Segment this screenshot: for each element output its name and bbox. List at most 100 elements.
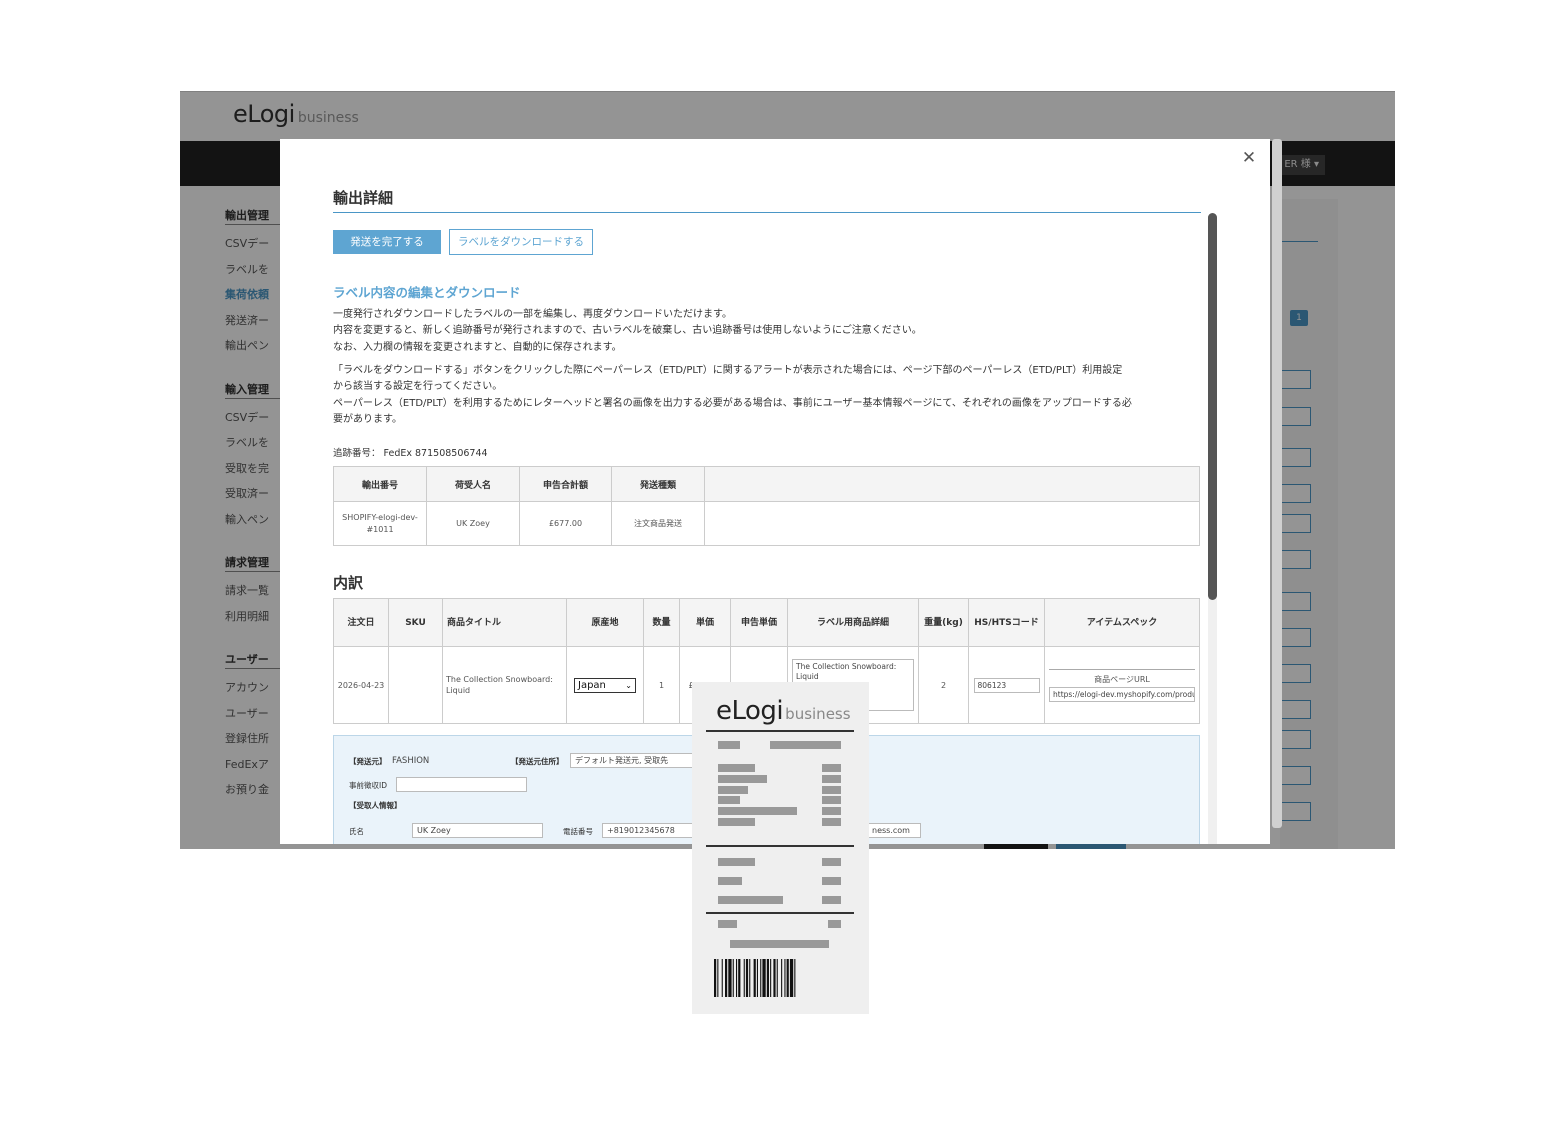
- receipt-line: [718, 807, 797, 815]
- receipt-line: [718, 858, 755, 866]
- modal-title: 輸出詳細: [333, 189, 394, 207]
- origin-select[interactable]: Japan ⌄: [574, 677, 636, 693]
- column-header: [704, 466, 1200, 502]
- origin-cell: Japan ⌄: [566, 646, 644, 724]
- sku-cell: [388, 646, 443, 724]
- sender-address-label: 【発送元住所】: [511, 757, 564, 766]
- barcode-bar: [736, 959, 738, 997]
- spec-divider: [1049, 668, 1195, 670]
- barcode-bar: [745, 959, 749, 997]
- column-header: 数量: [643, 598, 680, 647]
- download-label-button[interactable]: ラベルをダウンロードする: [449, 229, 593, 255]
- section-heading: ラベル内容の編集とダウンロード: [333, 285, 521, 300]
- hs-code-input[interactable]: 806123: [973, 677, 1040, 693]
- barcode-bar: [760, 959, 762, 997]
- receipt-line: [770, 741, 841, 749]
- column-header: 単価: [679, 598, 731, 647]
- product-url-input[interactable]: https://elogi-dev.myshopify.com/products: [1049, 686, 1195, 702]
- consignee-cell: UK Zoey: [426, 501, 520, 546]
- barcode-bar: [756, 959, 758, 997]
- barcode-bar: [770, 959, 772, 997]
- barcode-bar: [781, 959, 783, 997]
- sender-label: 【発送元】: [349, 757, 387, 766]
- receipt-divider: [706, 730, 854, 732]
- declared-total-cell: £677.00: [519, 501, 612, 546]
- outer-scrollbar[interactable]: [1272, 139, 1282, 828]
- summary-table: 輸出番号 荷受人名 申告合計額 発送種類 SHOPIFY-elogi-dev-#…: [333, 466, 1200, 546]
- receipt-line: [828, 920, 841, 928]
- column-header: 発送種類: [611, 466, 705, 502]
- column-header: アイテムスペック: [1044, 598, 1200, 647]
- barcode-bar: [789, 959, 794, 997]
- quantity-cell: 1: [643, 646, 680, 724]
- column-header: 申告単価: [730, 598, 788, 647]
- column-header: 荷受人名: [426, 466, 520, 502]
- receipt-divider: [706, 912, 854, 914]
- export-number-cell: SHOPIFY-elogi-dev-#1011: [333, 501, 427, 546]
- barcode-bar: [732, 959, 734, 997]
- product-title-cell: The Collection Snowboard: Liquid: [442, 646, 567, 724]
- receipt-line: [822, 775, 841, 783]
- barcode-graphic: [714, 959, 796, 997]
- pre-collection-id-label: 事前徴収ID: [349, 781, 387, 790]
- tracking-number: 追跡番号： FedEx 871508506744: [333, 448, 488, 459]
- receipt-line: [822, 764, 841, 772]
- receipt-line: [718, 786, 748, 794]
- barcode-bar: [717, 959, 719, 997]
- receipt-line: [718, 775, 767, 783]
- recipient-info-label: 【受取人情報】: [349, 801, 402, 810]
- barcode-bar: [766, 959, 769, 997]
- chevron-down-icon: ⌄: [625, 680, 632, 690]
- phone-label: 電話番号: [563, 827, 593, 836]
- close-icon[interactable]: ✕: [1241, 150, 1257, 167]
- sender-address-select[interactable]: デフォルト発送元, 受取先: [570, 753, 695, 768]
- barcode-bar: [773, 959, 776, 997]
- column-header: 原産地: [566, 598, 644, 647]
- info-paragraph-2: 「ラベルをダウンロードする」ボタンをクリックした際にペーパーレス（ETD/PLT…: [333, 365, 1132, 426]
- pre-collection-id-input[interactable]: [396, 777, 527, 792]
- name-label: 氏名: [349, 827, 364, 836]
- receipt-line: [718, 877, 742, 885]
- spec-label: 商品ページURL: [1094, 674, 1150, 684]
- barcode-bar: [753, 959, 756, 997]
- receipt-line: [822, 877, 841, 885]
- email-input[interactable]: ness.com: [868, 823, 921, 838]
- barcode-bar: [721, 959, 723, 997]
- empty-cell: [704, 501, 1200, 546]
- phone-input[interactable]: +819012345678: [602, 823, 695, 838]
- barcode-bar: [776, 959, 778, 997]
- receipt-line: [822, 786, 841, 794]
- barcode-bar: [794, 959, 796, 997]
- column-header: ラベル用商品詳細: [787, 598, 919, 647]
- barcode-bar: [784, 959, 786, 997]
- receipt-line: [822, 807, 841, 815]
- table-row: SHOPIFY-elogi-dev-#1011 UK Zoey £677.00 …: [333, 501, 1200, 546]
- receipt-line: [718, 818, 755, 826]
- item-spec-cell: 商品ページURL https://elogi-dev.myshopify.com…: [1044, 646, 1200, 724]
- barcode-bar: [786, 959, 789, 997]
- column-header: 商品タイトル: [442, 598, 567, 647]
- column-header: HS/HTSコード: [968, 598, 1045, 647]
- receipt-line: [730, 940, 829, 948]
- breakdown-heading: 内訳: [333, 574, 364, 592]
- complete-shipment-button[interactable]: 発送を完了する: [333, 230, 441, 254]
- modal-scroll-thumb[interactable]: [1208, 213, 1217, 600]
- sender-value: FASHION: [392, 756, 430, 766]
- recipient-name-input[interactable]: UK Zoey: [412, 823, 543, 838]
- receipt-line: [822, 796, 841, 804]
- receipt-illustration: eLogi business: [692, 682, 869, 1014]
- receipt-line: [718, 796, 740, 804]
- barcode-bar: [728, 959, 732, 997]
- column-header: 申告合計額: [519, 466, 612, 502]
- receipt-divider: [706, 845, 854, 847]
- barcode-bar: [738, 959, 741, 997]
- receipt-line: [718, 764, 755, 772]
- info-paragraph-1: 一度発行されダウンロードしたラベルの一部を編集し、再度ダウンロードいただけます。…: [333, 309, 922, 353]
- column-header: 重量(kg): [918, 598, 969, 647]
- column-header: 注文日: [333, 598, 389, 647]
- hs-code-cell: 806123: [968, 646, 1045, 724]
- column-header: 輸出番号: [333, 466, 427, 502]
- order-date-cell: 2026-04-23: [333, 646, 389, 724]
- receipt-line: [822, 818, 841, 826]
- title-divider: [333, 212, 1201, 213]
